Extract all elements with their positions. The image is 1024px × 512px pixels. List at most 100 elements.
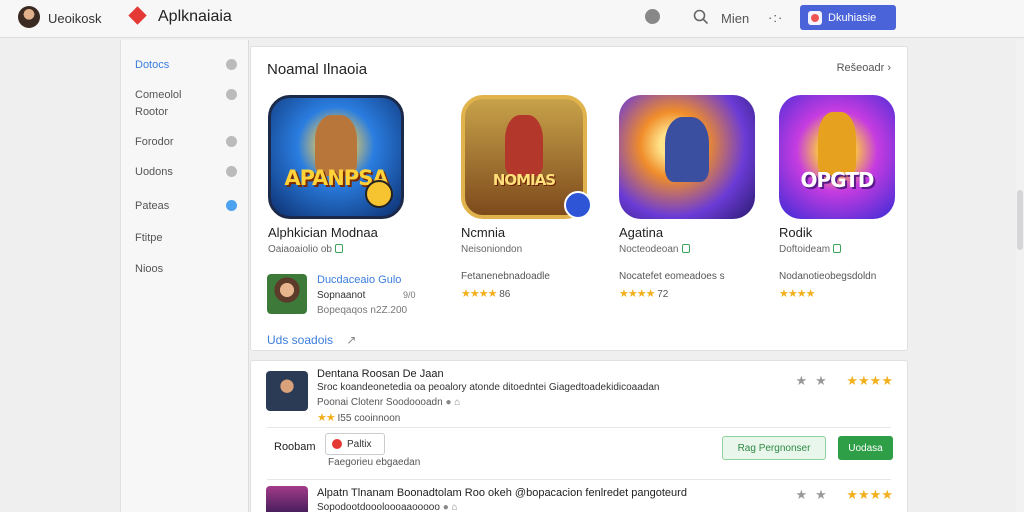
app-title[interactable]: Dentana Roosan Dе Jaan	[317, 368, 444, 380]
chevron-right-icon: ›	[887, 62, 891, 74]
app-rating: ★★★★ 72	[619, 287, 668, 300]
app-list: Dentana Roosan Dе Jaan Sroc koandeoneted…	[250, 360, 908, 512]
brand-logo-icon	[128, 6, 147, 25]
primary-button[interactable]: Uodasa	[838, 436, 893, 460]
divider	[267, 479, 891, 480]
dot-icon: ● ⌂	[445, 397, 461, 408]
app-icon[interactable]: APANPSA	[268, 95, 404, 219]
emoji-icon	[365, 180, 393, 208]
app-name: Agatina	[619, 225, 664, 240]
app-name: Alphkician Modnaa	[268, 225, 378, 240]
see-all-link[interactable]: Rešeoadr ›	[837, 62, 891, 74]
scrollbar[interactable]	[1016, 40, 1024, 512]
action-label: Roobam	[274, 441, 316, 453]
app-thumbnail[interactable]	[266, 371, 308, 411]
app-title[interactable]: Alpatn Tlnanam Boonadtolam Roo okeh @bop…	[317, 487, 687, 499]
app-subtitle-text: Doftoideam	[779, 244, 831, 255]
star-rating-icon: ★★★★	[779, 288, 815, 300]
app-subtitle: Nocteodeoan	[619, 244, 769, 255]
app-icon	[808, 10, 822, 25]
sidebar-item-6[interactable]: Ftitpe	[135, 230, 245, 247]
app-description-text: Sopodootdoooloooaaooooo	[317, 502, 440, 512]
app-subtitle: Doftoideam	[779, 244, 929, 255]
rating-text: I55 cooinnoon	[337, 413, 401, 424]
star-rating-icon: ★★★★	[846, 487, 893, 502]
app-rating: ★★★★	[779, 287, 815, 300]
arrow-icon: ↗	[346, 333, 357, 347]
tag-chip[interactable]: Paltix	[325, 433, 385, 455]
badge-icon	[564, 191, 592, 219]
verified-badge-icon	[833, 244, 842, 253]
tag-icon	[332, 439, 342, 449]
secondary-button[interactable]: Rag Pergnonser	[722, 436, 826, 460]
avatar[interactable]	[18, 6, 40, 28]
chat-icon[interactable]	[645, 9, 660, 24]
app-tile[interactable]: APANPSA Alphkician Modnaa Oaiaoaiolio ob	[268, 95, 404, 255]
sidebar-dot-icon	[226, 136, 237, 147]
more-link[interactable]: Uds soadois ↗	[267, 333, 356, 347]
top-bar: Ueoikosk Aplknaiaia Mien ·:· Dkuhiasie	[0, 0, 1024, 38]
app-tile[interactable]: OPGTD Rodik Doftoideam Nodanotieobegsdol…	[779, 95, 895, 300]
divider	[267, 427, 891, 428]
sidebar-item-7[interactable]: Nioos	[135, 261, 245, 278]
mini-app-title[interactable]: Ducdaceaio Gulo	[317, 274, 401, 286]
mini-app-subtitle: Sopnaanot	[317, 290, 366, 301]
rating-value: 72	[657, 289, 669, 300]
dot-icon: ● ⌂	[442, 502, 458, 512]
app-tile[interactable]: Agatina Nocteodeoan Nocatefet eomeadoes …	[619, 95, 755, 300]
sidebar-item-2[interactable]: Comeolol Rootor	[135, 87, 195, 121]
app-subtitle-text: Nocteodeoan	[619, 244, 679, 255]
section-title: Noamal Ilnaoia	[267, 61, 368, 78]
star-icon[interactable]: ★	[815, 487, 835, 502]
verified-badge-icon	[334, 244, 343, 253]
star-rating-icon: ★★★★	[619, 288, 655, 300]
app-meta: Poonai Clotenr Soodoooadn ● ⌂	[317, 397, 460, 408]
cta-button-label: Dkuhiasie	[828, 11, 877, 24]
app-description: Sopodootdoooloooaaooooo ● ⌂	[317, 502, 458, 512]
star-rating-icon: ★★★★	[846, 373, 893, 388]
star-icon[interactable]: ★	[795, 487, 815, 502]
nav-menu-link[interactable]: Mien	[721, 11, 749, 26]
sidebar-status-dot-icon	[226, 200, 237, 211]
app-description: Fetanenebnadoadle	[461, 271, 550, 282]
star-icon[interactable]: ★	[815, 373, 835, 388]
character-icon	[665, 117, 709, 182]
verified-badge-icon	[681, 244, 690, 253]
sidebar-dot-icon	[226, 89, 237, 100]
app-description: Nocatefet eomeadoes s	[619, 271, 725, 282]
sidebar: Dotocs Comeolol Rootor Forodor Uodons Pa…	[120, 40, 249, 512]
chip-note: Faegorieu ebgaedan	[328, 457, 421, 468]
app-description: Sroc koandeonetedia oa peoalory atonde d…	[317, 382, 660, 393]
rating-stars[interactable]: ★★ ★★★★	[795, 487, 893, 503]
mini-app-thumbnail[interactable]	[267, 274, 307, 314]
star-rating-icon: ★★★★	[461, 288, 497, 300]
app-icon-word: NOMIAS	[492, 171, 556, 190]
app-tile[interactable]: NOMIAS Ncmnia Neisoniondon Fetanenebnado…	[461, 95, 592, 300]
featured-section: Noamal Ilnaoia Rešeoadr › APANPSA Alphki…	[250, 46, 908, 351]
star-rating-icon: ★★	[317, 412, 336, 424]
character-icon	[505, 115, 543, 176]
chip-label: Paltix	[347, 438, 372, 450]
cta-button[interactable]: Dkuhiasie	[800, 5, 896, 30]
scrollbar-thumb[interactable]	[1017, 190, 1023, 250]
rating-stars[interactable]: ★★ ★★★★	[795, 373, 893, 389]
app-rating: ★★★★ 86	[461, 287, 510, 300]
app-icon[interactable]	[619, 95, 755, 219]
brand-name[interactable]: Aplknaiaia	[158, 8, 232, 26]
star-icon[interactable]: ★	[795, 373, 815, 388]
app-icon[interactable]: OPGTD	[779, 95, 895, 219]
more-link-label: Uds soadois	[267, 333, 334, 347]
user-name[interactable]: Ueoikosk	[48, 11, 101, 26]
sidebar-dot-icon	[226, 166, 237, 177]
app-rating: ★★ I55 cooinnoon	[317, 411, 400, 424]
app-thumbnail[interactable]	[266, 486, 308, 512]
rating-value: 86	[499, 289, 511, 300]
app-description: Nodanotieobegsdoldn	[779, 271, 877, 282]
app-subtitle-text: Oaiaoaiolio ob	[268, 244, 332, 255]
more-icon[interactable]: ·:·	[768, 10, 783, 25]
app-name: Ncmnia	[461, 225, 506, 240]
app-subtitle: Oaiaoaiolio ob	[268, 244, 418, 255]
app-meta-text: Poonai Clotenr Soodoooadn	[317, 397, 443, 408]
see-all-label: Rešeoadr	[836, 62, 885, 74]
search-icon[interactable]	[692, 8, 710, 26]
